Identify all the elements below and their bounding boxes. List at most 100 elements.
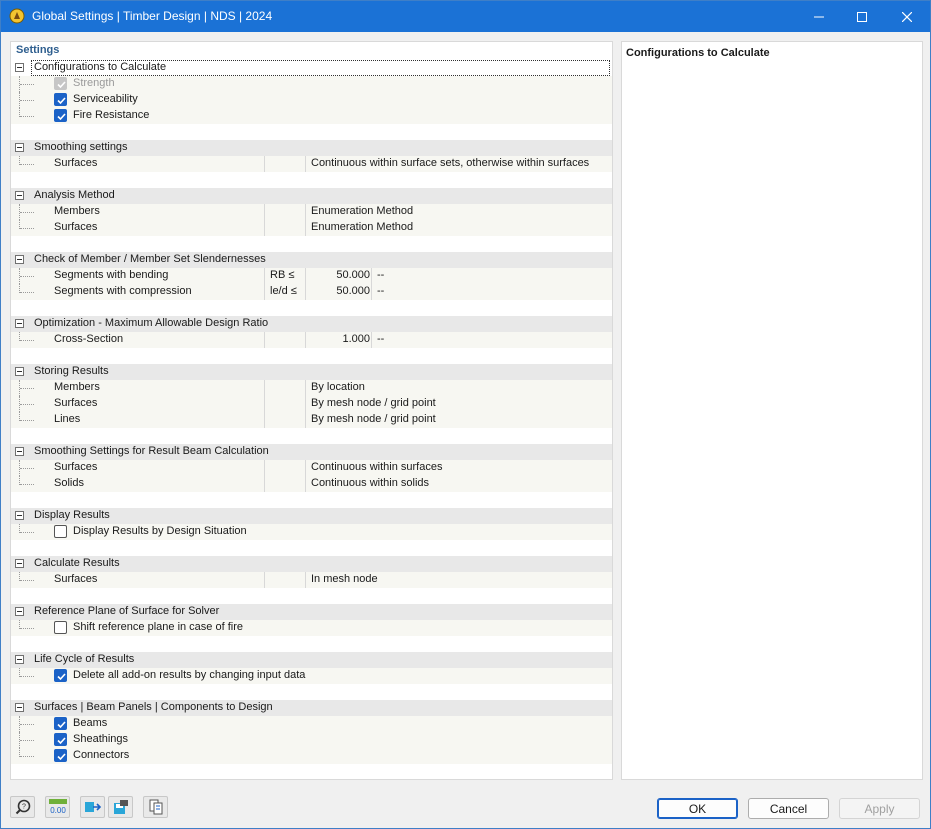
checkbox-sheathings[interactable] — [54, 733, 67, 746]
setting-row-connectors[interactable]: Connectors — [11, 748, 612, 764]
setting-row-lines[interactable]: Lines By mesh node / grid point — [11, 412, 612, 428]
close-button[interactable] — [884, 1, 930, 32]
setting-unit: -- — [377, 285, 385, 297]
setting-unit: -- — [377, 333, 385, 345]
checkbox-delete-all-add-on-results-by-changing-input-data[interactable] — [54, 669, 67, 682]
collapse-icon[interactable] — [15, 607, 24, 616]
group-spacer — [11, 348, 612, 364]
setting-row-surfaces[interactable]: Surfaces Continuous within surfaces — [11, 460, 612, 476]
setting-row-segments-with-bending[interactable]: Segments with bending RB ≤ 50.000 -- — [11, 268, 612, 284]
export-button[interactable] — [80, 796, 105, 818]
setting-row-solids[interactable]: Solids Continuous within solids — [11, 476, 612, 492]
setting-label: Solids — [54, 477, 84, 489]
group-spacer — [11, 236, 612, 252]
setting-row-members[interactable]: Members Enumeration Method — [11, 204, 612, 220]
group-display-results[interactable]: Display Results — [11, 508, 612, 524]
setting-symbol: RB ≤ — [270, 269, 295, 281]
setting-row-sheathings[interactable]: Sheathings — [11, 732, 612, 748]
collapse-icon[interactable] — [15, 447, 24, 456]
group-label: Check of Member / Member Set Slenderness… — [34, 253, 266, 265]
collapse-icon[interactable] — [15, 319, 24, 328]
checkbox-beams[interactable] — [54, 717, 67, 730]
tree-line — [20, 340, 34, 341]
tree-line — [20, 388, 34, 389]
setting-label: Surfaces — [54, 573, 98, 585]
collapse-icon[interactable] — [15, 191, 24, 200]
collapse-icon[interactable] — [15, 143, 24, 152]
settings-tree: Configurations to Calculate Strength Servi… — [11, 60, 612, 779]
collapse-icon[interactable] — [15, 367, 24, 376]
maximize-button[interactable] — [839, 1, 885, 32]
units-button[interactable]: 0.00 — [45, 796, 70, 818]
minimize-button[interactable] — [796, 1, 842, 32]
setting-value-input[interactable]: 1.000 — [308, 333, 370, 345]
tree-line — [20, 420, 34, 421]
group-smoothing-settings-for-result-beam-calculation[interactable]: Smoothing Settings for Result Beam Calcu… — [11, 444, 612, 460]
setting-row-members[interactable]: Members By location — [11, 380, 612, 396]
setting-row-surfaces[interactable]: Surfaces By mesh node / grid point — [11, 396, 612, 412]
setting-row-fire-resistance[interactable]: Fire Resistance — [11, 108, 612, 124]
setting-row-delete-all-add-on-results-by-changing-input-data[interactable]: Delete all add-on results by changing in… — [11, 668, 612, 684]
setting-value-select[interactable]: By mesh node / grid point — [311, 413, 436, 425]
column-divider — [264, 572, 265, 588]
setting-value-select[interactable]: In mesh node — [311, 573, 378, 585]
group-label: Calculate Results — [34, 557, 120, 569]
checkbox-serviceability[interactable] — [54, 93, 67, 106]
save-defaults-button[interactable] — [108, 796, 133, 818]
setting-row-strength[interactable]: Strength — [11, 76, 612, 92]
collapse-icon[interactable] — [15, 655, 24, 664]
setting-value-select[interactable]: By location — [311, 381, 365, 393]
column-divider — [305, 476, 306, 492]
setting-value-select[interactable]: Continuous within surface sets, otherwis… — [311, 157, 589, 169]
title-bar[interactable]: Global Settings | Timber Design | NDS | … — [1, 1, 930, 32]
setting-value-select[interactable]: Enumeration Method — [311, 221, 413, 233]
group-configurations-to-calculate[interactable]: Configurations to Calculate — [11, 60, 612, 76]
group-life-cycle-of-results[interactable]: Life Cycle of Results — [11, 652, 612, 668]
setting-value-input[interactable]: 50.000 — [308, 269, 370, 281]
tree-line — [20, 276, 34, 277]
apply-button[interactable]: Apply — [839, 798, 920, 819]
column-divider — [264, 268, 265, 284]
setting-value-select[interactable]: Continuous within surfaces — [311, 461, 442, 473]
setting-value-select[interactable]: By mesh node / grid point — [311, 397, 436, 409]
group-storing-results[interactable]: Storing Results — [11, 364, 612, 380]
copy-settings-button[interactable] — [143, 796, 168, 818]
setting-row-segments-with-compression[interactable]: Segments with compression le/d ≤ 50.000 -- — [11, 284, 612, 300]
collapse-icon[interactable] — [15, 559, 24, 568]
setting-value-select[interactable]: Enumeration Method — [311, 205, 413, 217]
group-reference-plane-of-surface-for-solver[interactable]: Reference Plane of Surface for Solver — [11, 604, 612, 620]
collapse-icon[interactable] — [15, 63, 24, 72]
group-calculate-results[interactable]: Calculate Results — [11, 556, 612, 572]
setting-row-display-results-by-design-situation[interactable]: Display Results by Design Situation — [11, 524, 612, 540]
cancel-button[interactable]: Cancel — [748, 798, 829, 819]
checkbox-connectors[interactable] — [54, 749, 67, 762]
checkbox-fire-resistance[interactable] — [54, 109, 67, 122]
setting-row-surfaces[interactable]: Surfaces Continuous within surface sets, … — [11, 156, 612, 172]
ok-button[interactable]: OK — [657, 798, 738, 819]
settings-header: Settings — [16, 44, 60, 56]
setting-row-surfaces[interactable]: Surfaces In mesh node — [11, 572, 612, 588]
checkbox-label: Strength — [73, 77, 115, 89]
setting-row-surfaces[interactable]: Surfaces Enumeration Method — [11, 220, 612, 236]
collapse-icon[interactable] — [15, 703, 24, 712]
collapse-icon[interactable] — [15, 255, 24, 264]
help-button[interactable]: ? — [10, 796, 35, 818]
checkbox-display-results-by-design-situation[interactable] — [54, 525, 67, 538]
export-icon — [84, 802, 101, 812]
setting-row-serviceability[interactable]: Serviceability — [11, 92, 612, 108]
group-smoothing-settings[interactable]: Smoothing settings — [11, 140, 612, 156]
setting-row-shift-reference-plane-in-case-of-fire[interactable]: Shift reference plane in case of fire — [11, 620, 612, 636]
units-icon: 0.00 — [48, 799, 67, 815]
group-optimization-maximum-allowable-design-ratio[interactable]: Optimization - Maximum Allowable Design … — [11, 316, 612, 332]
checkbox-label: Delete all add-on results by changing in… — [73, 669, 306, 681]
checkbox-shift-reference-plane-in-case-of-fire[interactable] — [54, 621, 67, 634]
setting-row-cross-section[interactable]: Cross-Section 1.000 -- — [11, 332, 612, 348]
setting-value-select[interactable]: Continuous within solids — [311, 477, 429, 489]
group-check-of-member-member-set-slendernesses[interactable]: Check of Member / Member Set Slenderness… — [11, 252, 612, 268]
column-divider — [264, 380, 265, 396]
group-surfaces-beam-panels-components-to-design[interactable]: Surfaces | Beam Panels | Components to D… — [11, 700, 612, 716]
setting-value-input[interactable]: 50.000 — [308, 285, 370, 297]
setting-row-beams[interactable]: Beams — [11, 716, 612, 732]
group-analysis-method[interactable]: Analysis Method — [11, 188, 612, 204]
collapse-icon[interactable] — [15, 511, 24, 520]
